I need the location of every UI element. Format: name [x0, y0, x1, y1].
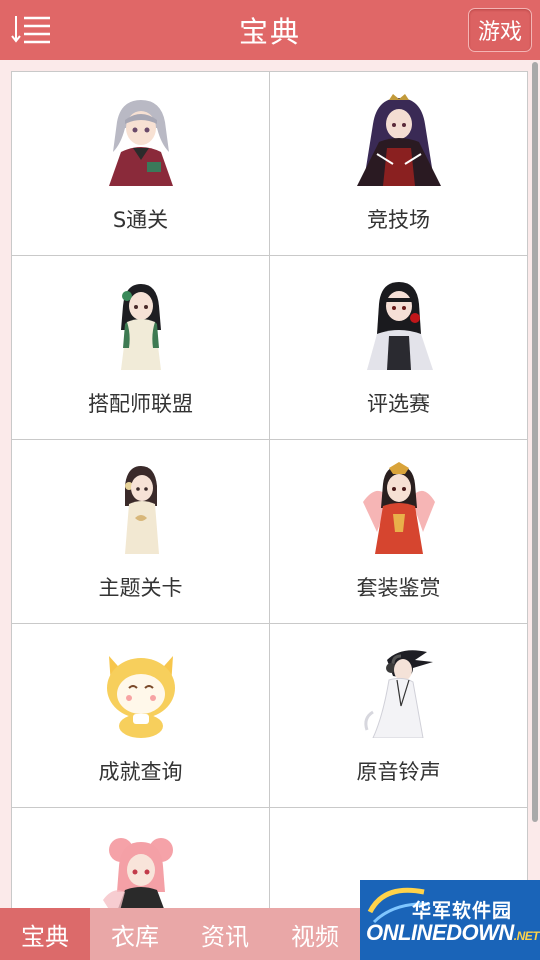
tab-news[interactable]: 资讯 — [180, 908, 270, 960]
watermark-brand: ONLINEDOWN — [366, 920, 514, 945]
silver-hair-girl-avatar — [108, 100, 173, 186]
grid-item-label: 原音铃声 — [356, 760, 441, 784]
page-title: 宝典 — [238, 15, 301, 49]
grid-item-original-ringtones[interactable]: 原音铃声 — [270, 624, 528, 808]
app-header: 宝典 游戏 — [0, 0, 540, 60]
tab-wardrobe[interactable]: 衣库 — [90, 908, 180, 960]
grid-item-label: S通关 — [112, 208, 169, 232]
grid-item-stylist-alliance[interactable]: 搭配师联盟 — [12, 256, 270, 440]
grid-item-outfit-gallery[interactable]: 套装鉴赏 — [270, 440, 528, 624]
chinese-bride-avatar — [362, 462, 435, 554]
cheongsam-girl-avatar — [124, 466, 159, 554]
tab-treasure-book[interactable]: 宝典 — [0, 908, 90, 960]
grid-item-label: 评选赛 — [367, 392, 430, 416]
grid-item-achievement-query[interactable]: 成就查询 — [12, 624, 270, 808]
headphone-girl-avatar — [363, 650, 433, 738]
grid-item-arena[interactable]: 竞技场 — [270, 72, 528, 256]
grid-item-label: 搭配师联盟 — [88, 392, 193, 416]
watermark-logo: 华军软件园 ONLINEDOWN.NET — [360, 880, 540, 960]
grid-item-label: 套装鉴赏 — [356, 576, 441, 600]
game-button[interactable]: 游戏 — [468, 8, 532, 52]
grid-item-s-clear[interactable]: S通关 — [12, 72, 270, 256]
tab-videos[interactable]: 视频 — [270, 908, 360, 960]
grid-item-selection-contest[interactable]: 评选赛 — [270, 256, 528, 440]
scrollbar[interactable] — [532, 62, 538, 822]
cat-mascot-avatar — [106, 656, 175, 738]
grid-item-theme-levels[interactable]: 主题关卡 — [12, 440, 270, 624]
menu-list-icon[interactable] — [10, 14, 54, 48]
grid-item-label: 成就查询 — [98, 760, 183, 784]
qipao-girl-avatar — [120, 284, 161, 370]
gothic-girl-avatar — [366, 282, 433, 370]
dark-queen-avatar — [356, 94, 441, 186]
watermark-top-text: 华军软件园 — [412, 900, 513, 922]
watermark-suffix: .NET — [513, 929, 540, 943]
watermark-bottom-text: ONLINEDOWN.NET — [366, 920, 540, 946]
grid-item-label: 竞技场 — [367, 208, 430, 232]
feature-grid: S通关 竞技场 搭配师联盟 评选赛 主题关卡 套装鉴赏 成就查询 原音铃声 — [11, 71, 528, 960]
grid-item-label: 主题关卡 — [98, 576, 183, 600]
